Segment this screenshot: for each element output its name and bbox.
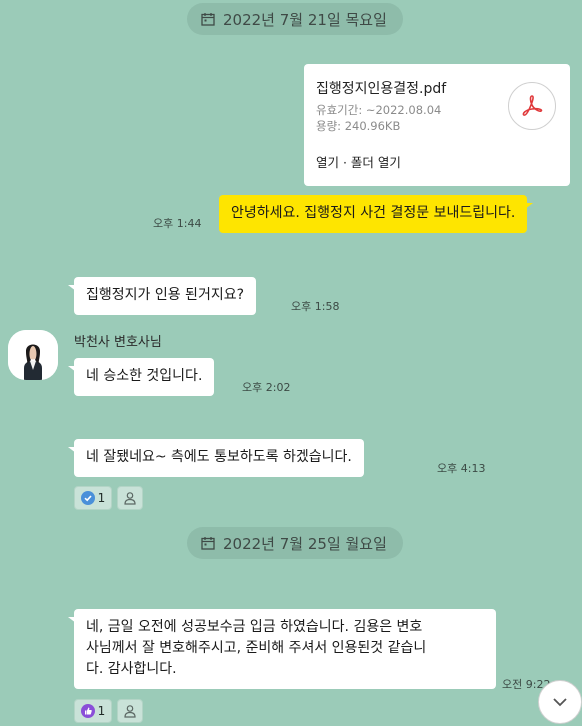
file-attachment-card[interactable]: 집행정지인용결정.pdf 유효기간: ~2022.08.04 용량: 240.9… <box>304 64 570 186</box>
person-icon <box>124 705 136 718</box>
reaction-count: 1 <box>97 704 106 718</box>
pdf-icon[interactable] <box>508 82 556 130</box>
add-reaction-button[interactable] <box>117 699 143 723</box>
message-line: 다. 감사합니다. <box>86 661 177 677</box>
chevron-down-icon <box>553 698 567 707</box>
calendar-icon <box>201 537 215 550</box>
thumbs-up-icon <box>80 704 95 718</box>
date-separator: 2022년 7월 21일 목요일 <box>187 3 403 35</box>
their-message-bubble[interactable]: 집행정지가 인용 된거지요? <box>67 277 257 315</box>
check-icon <box>80 491 95 505</box>
reaction-check[interactable]: 1 <box>74 486 112 510</box>
message-time: 오후 1:58 <box>291 300 340 313</box>
message-time: 오후 4:13 <box>437 462 486 475</box>
date-separator: 2022년 7월 25일 월요일 <box>187 527 403 559</box>
calendar-icon <box>201 13 215 26</box>
reaction-like[interactable]: 1 <box>74 699 112 723</box>
reaction-count: 1 <box>97 491 106 505</box>
message-line: 사님께서 잘 변호해주시고, 준비해 주셔서 인용된것 같습니 <box>86 640 427 656</box>
scroll-to-bottom-button[interactable] <box>538 680 582 724</box>
their-message-bubble[interactable]: 네, 금일 오전에 성공보수금 입금 하였습니다. 김용은 변호 사님께서 잘 … <box>68 609 496 689</box>
their-message-bubble[interactable]: 네 승소한 것입니다. <box>67 358 215 396</box>
lawyer-photo <box>8 330 58 380</box>
message-time: 오후 1:44 <box>153 217 202 230</box>
date-label: 2022년 7월 25일 월요일 <box>223 534 387 553</box>
person-icon <box>124 492 136 505</box>
date-label: 2022년 7월 21일 목요일 <box>223 10 387 29</box>
my-message-bubble[interactable]: 안녕하세요. 집행정지 사건 결정문 보내드립니다. <box>219 195 534 233</box>
their-message-bubble[interactable]: 네 잘됐네요~ 측에도 통보하도록 하겠습니다. <box>68 439 364 477</box>
file-actions[interactable]: 열기 · 폴더 열기 <box>316 152 401 171</box>
acrobat-icon <box>522 95 543 116</box>
message-line: 네, 금일 오전에 성공보수금 입금 하였습니다. 김용은 변호 <box>86 619 423 635</box>
message-time: 오후 2:02 <box>242 381 291 394</box>
add-reaction-button[interactable] <box>117 486 143 510</box>
sender-name: 박천사 변호사님 <box>74 335 162 350</box>
avatar[interactable] <box>8 330 58 380</box>
